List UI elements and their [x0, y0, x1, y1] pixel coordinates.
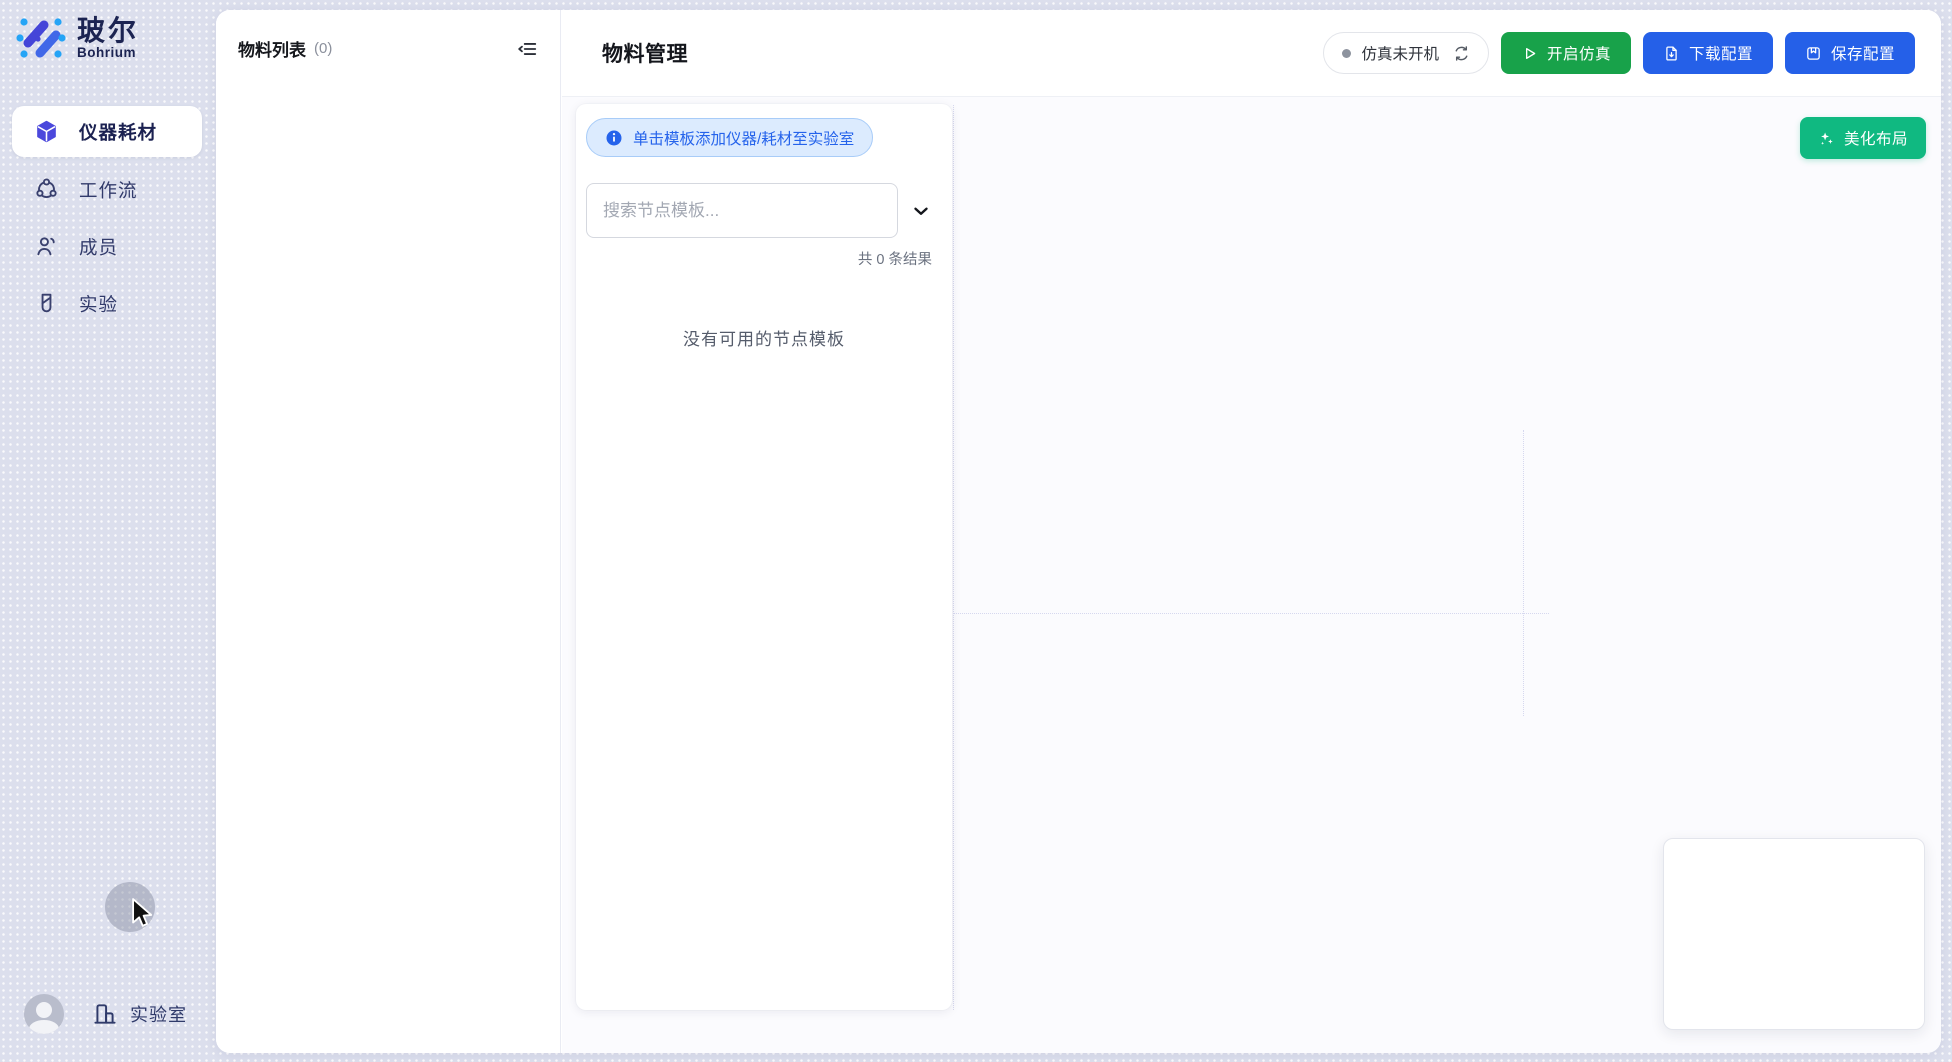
start-simulation-label: 开启仿真 — [1547, 42, 1611, 64]
user-avatar[interactable] — [24, 994, 64, 1034]
node-template-panel: 单击模板添加仪器/耗材至实验室 共 0 条结果 没有可用的节点模板 — [576, 104, 952, 1010]
refresh-icon[interactable] — [1453, 45, 1470, 62]
beautify-layout-label: 美化布局 — [1844, 127, 1908, 149]
experiment-icon — [34, 291, 59, 316]
material-list-count: (0) — [314, 40, 332, 57]
page-header: 物料管理 仿真未开机 开启仿真 — [562, 10, 1941, 97]
save-icon — [1805, 45, 1822, 62]
chevron-down-icon[interactable] — [910, 200, 932, 222]
building-icon — [92, 1001, 118, 1027]
material-list-title: 物料列表 — [238, 36, 306, 61]
members-icon — [34, 234, 59, 259]
play-icon — [1521, 45, 1538, 62]
material-list-panel: 物料列表 (0) — [216, 10, 561, 1053]
simulation-status-badge: 仿真未开机 — [1323, 32, 1489, 74]
brand-name-en: Bohrium — [77, 45, 139, 60]
page-title: 物料管理 — [602, 38, 688, 68]
canvas-guide-line — [953, 105, 954, 1010]
download-config-button[interactable]: 下载配置 — [1643, 32, 1773, 74]
sparkles-icon — [1818, 130, 1835, 147]
lab-label: 实验室 — [130, 1001, 187, 1027]
bohrium-logo-icon — [15, 12, 67, 64]
mouse-cursor-icon — [126, 896, 156, 930]
status-label: 仿真未开机 — [1361, 42, 1439, 64]
beautify-layout-button[interactable]: 美化布局 — [1800, 117, 1926, 159]
file-download-icon — [1663, 45, 1680, 62]
sidebar-item-instruments[interactable]: 仪器耗材 — [12, 106, 202, 157]
empty-state-text: 没有可用的节点模板 — [576, 325, 952, 350]
search-template-input[interactable] — [586, 183, 898, 238]
sidebar-item-label: 仪器耗材 — [79, 119, 157, 145]
status-dot-icon — [1342, 49, 1351, 58]
start-simulation-button[interactable]: 开启仿真 — [1501, 32, 1631, 74]
sidebar-item-lab[interactable]: 实验室 — [92, 1001, 187, 1027]
save-config-button[interactable]: 保存配置 — [1785, 32, 1915, 74]
sidebar-item-workflow[interactable]: 工作流 — [12, 164, 202, 215]
collapse-panel-icon[interactable] — [516, 38, 538, 60]
brand-name-zh: 玻尔 — [77, 16, 139, 45]
layout-canvas[interactable]: 单击模板添加仪器/耗材至实验室 共 0 条结果 没有可用的节点模板 — [562, 97, 1941, 1053]
minimap[interactable] — [1663, 838, 1925, 1030]
save-config-label: 保存配置 — [1831, 42, 1895, 64]
sidebar-item-members[interactable]: 成员 — [12, 221, 202, 272]
canvas-guide-line — [953, 613, 1549, 614]
sidebar-item-label: 实验 — [79, 291, 118, 317]
result-count: 共 0 条结果 — [576, 248, 932, 269]
info-banner-text: 单击模板添加仪器/耗材至实验室 — [633, 127, 854, 149]
info-banner: 单击模板添加仪器/耗材至实验室 — [586, 118, 873, 157]
sidebar-item-experiments[interactable]: 实验 — [12, 278, 202, 329]
workflow-icon — [34, 177, 59, 202]
brand-logo: 玻尔 Bohrium — [15, 12, 139, 64]
content-window: 物料列表 (0) 物料管理 仿真未开机 — [216, 10, 1941, 1053]
info-icon — [605, 129, 623, 147]
canvas-guide-line — [1523, 430, 1524, 716]
cube-icon — [34, 119, 59, 144]
download-config-label: 下载配置 — [1689, 42, 1753, 64]
sidebar-item-label: 成员 — [79, 234, 118, 260]
sidebar-item-label: 工作流 — [79, 177, 138, 203]
